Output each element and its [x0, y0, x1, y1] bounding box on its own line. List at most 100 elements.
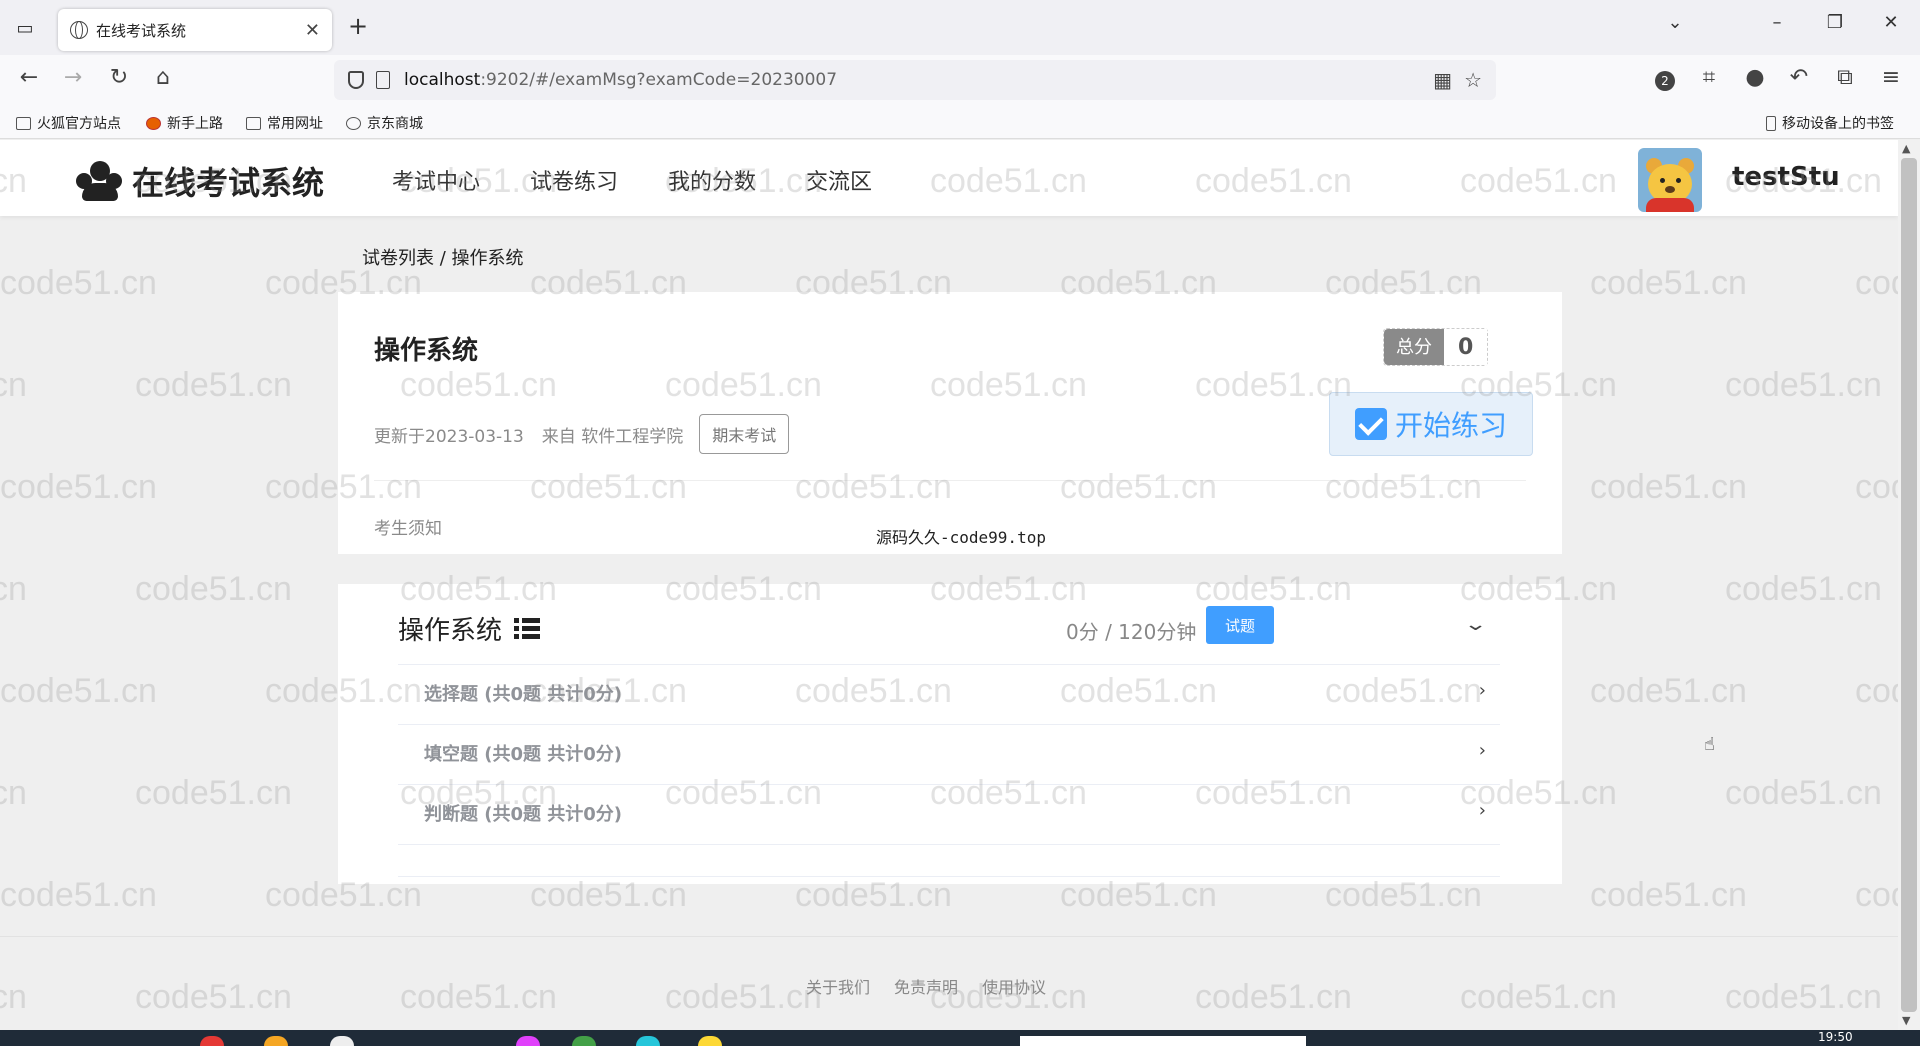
watermark-text: code51.cn	[135, 570, 292, 608]
forward-icon[interactable]: →	[58, 65, 88, 90]
section-true-false[interactable]: 判断题 (共0题 共计0分) ›	[398, 784, 1500, 844]
bookmark-item[interactable]: 火狐官方站点	[16, 113, 121, 133]
section-fill-in-blank[interactable]: 填空题 (共0题 共计0分) ›	[398, 724, 1500, 784]
footer-disclaimer[interactable]: 免责声明	[894, 974, 958, 998]
crop-icon[interactable]: ⌗	[1694, 65, 1724, 90]
firefox-icon	[146, 116, 161, 130]
restore-icon[interactable]: ❐	[1820, 12, 1850, 33]
watermark-text: code51.cn	[0, 774, 27, 812]
taskbar-app-icon[interactable]	[200, 1036, 224, 1046]
site-logo[interactable]: 在线考试系统	[74, 158, 324, 204]
close-tab-icon[interactable]: ✕	[305, 20, 320, 41]
start-practice-button[interactable]: 开始练习	[1329, 392, 1533, 456]
breadcrumb[interactable]: 试卷列表 / 操作系统	[362, 244, 524, 270]
bookmark-item[interactable]: 新手上路	[146, 113, 223, 133]
checkbox-icon	[1354, 408, 1387, 440]
back-icon[interactable]: ←	[14, 65, 44, 90]
scroll-down-icon[interactable]: ▼	[1902, 1014, 1910, 1027]
notice-text: 源码久久-code99.top	[876, 528, 1046, 547]
page-info-icon[interactable]	[376, 71, 390, 89]
watermark-text: code51.cn	[1725, 978, 1882, 1016]
main-menu: 考试中心 试卷练习 我的分数 交流区	[392, 164, 872, 196]
clock: 19:50	[1818, 1030, 1853, 1044]
taskbar-search[interactable]	[1020, 1036, 1306, 1046]
taskbar-app-icon[interactable]	[264, 1036, 288, 1046]
menu-item-forum[interactable]: 交流区	[806, 164, 872, 196]
menu-icon[interactable]: ≡	[1876, 65, 1906, 90]
menu-item-exam-center[interactable]: 考试中心	[392, 164, 480, 196]
taskbar-app-icon[interactable]	[636, 1036, 660, 1046]
chevron-right-icon: ›	[1478, 800, 1486, 821]
exam-updated: 更新于2023-03-13	[374, 426, 524, 447]
menu-item-my-scores[interactable]: 我的分数	[668, 164, 756, 196]
mobile-bookmarks[interactable]: 移动设备上的书签	[1766, 113, 1894, 133]
bookmark-item[interactable]: 京东商城	[346, 113, 423, 133]
chevron-down-icon[interactable]: ⌄	[1463, 614, 1487, 635]
globe-icon	[70, 21, 88, 39]
folder-icon	[16, 116, 31, 130]
watermark-text: code51.cn	[0, 978, 27, 1016]
exam-meta: 更新于2023-03-13 来自 软件工程学院 期末考试	[374, 414, 790, 454]
watermark-text: code51.cn	[1590, 264, 1747, 302]
watermark-text: code51.cn	[0, 366, 27, 404]
url-path: :9202/#/examMsg?examCode=20230007	[480, 70, 838, 90]
extension-badge[interactable]: 2	[1655, 71, 1675, 91]
undo-icon[interactable]: ↶	[1784, 65, 1814, 90]
taskbar-app-icon[interactable]	[330, 1036, 354, 1046]
home-icon[interactable]: ⌂	[148, 65, 178, 90]
total-score-label: 总分	[1384, 329, 1444, 365]
watermark-text: code51.cn	[1590, 468, 1747, 506]
window-close-icon[interactable]: ✕	[1876, 12, 1906, 33]
watermark-text: code51.cn	[1855, 468, 1898, 506]
new-tab-icon[interactable]: +	[348, 12, 368, 40]
watermark-text: code51.cn	[1460, 978, 1617, 1016]
watermark-text: code51.cn	[665, 978, 822, 1016]
username[interactable]: testStu	[1732, 162, 1840, 192]
paper-title: 操作系统	[398, 616, 503, 646]
watermark-text: code51.cn	[1195, 978, 1352, 1016]
footer-links: 关于我们 免责声明 使用协议	[806, 974, 1046, 998]
taskbar-app-icon[interactable]	[572, 1036, 596, 1046]
menu-item-practice[interactable]: 试卷练习	[530, 164, 618, 196]
chevron-right-icon: ›	[1478, 680, 1486, 701]
divider	[374, 480, 1526, 481]
bookmark-item[interactable]: 常用网址	[246, 113, 323, 133]
bookmark-star-icon[interactable]: ☆	[1464, 68, 1482, 92]
chevron-right-icon: ›	[1478, 740, 1486, 761]
tab-overflow-chevron-icon[interactable]: ⌄	[1660, 12, 1690, 33]
bookmarks-bar: 火狐官方站点 新手上路 常用网址 京东商城 移动设备上的书签	[0, 105, 1920, 139]
reload-icon[interactable]: ↻	[104, 65, 134, 90]
browser-tab-bar: ▭ 在线考试系统 ✕ + ⌄ – ❐ ✕	[0, 0, 1920, 55]
tab-list-icon[interactable]: ▭	[10, 14, 40, 42]
watermark-text: code51.cn	[135, 774, 292, 812]
avatar[interactable]	[1638, 148, 1702, 212]
browser-tab-active[interactable]: 在线考试系统 ✕	[58, 9, 332, 51]
taskbar-app-icon[interactable]	[698, 1036, 722, 1046]
questions-button[interactable]: 试题	[1206, 606, 1274, 644]
minimize-icon[interactable]: –	[1762, 12, 1792, 33]
watermark-text: code51.cn	[1590, 876, 1747, 914]
tab-title: 在线考试系统	[96, 21, 187, 40]
exam-type-tag: 期末考试	[699, 414, 790, 454]
footer-terms[interactable]: 使用协议	[982, 974, 1046, 998]
chat-icon[interactable]: ●	[1740, 65, 1770, 90]
watermark-text: code51.cn	[1725, 570, 1882, 608]
url-host: localhost	[404, 70, 481, 90]
scrollbar-thumb[interactable]	[1901, 158, 1917, 1012]
extensions-icon[interactable]: ⧉	[1830, 65, 1860, 90]
qr-code-icon[interactable]: ▦	[1433, 68, 1452, 92]
globe-icon	[346, 116, 361, 130]
taskbar-app-icon[interactable]	[516, 1036, 540, 1046]
score-time: 0分 / 120分钟	[1066, 620, 1197, 644]
scroll-up-icon[interactable]: ▲	[1902, 142, 1910, 155]
footer-about[interactable]: 关于我们	[806, 974, 870, 998]
exam-source: 来自 软件工程学院	[541, 426, 684, 447]
total-score-badge: 总分 0	[1383, 328, 1489, 366]
section-multiple-choice[interactable]: 选择题 (共0题 共计0分) ›	[398, 664, 1500, 724]
paper-title-row[interactable]: 操作系统	[398, 610, 541, 647]
page-scrollbar[interactable]: ▲ ▼	[1898, 140, 1920, 1030]
shield-icon[interactable]	[348, 71, 364, 89]
watermark-text: code51.cn	[1725, 366, 1882, 404]
url-bar[interactable]: localhost :9202/#/examMsg?examCode=20230…	[334, 60, 1496, 100]
watermark-text: code51.cn	[135, 366, 292, 404]
